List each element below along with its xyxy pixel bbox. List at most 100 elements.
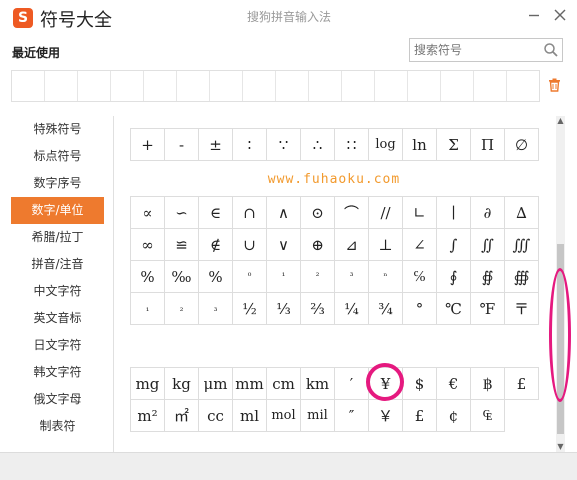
symbol-cell[interactable]: ″ <box>335 400 369 432</box>
symbol-cell[interactable]: m² <box>131 400 165 432</box>
trash-icon[interactable] <box>548 78 561 92</box>
recent-slot[interactable] <box>45 71 78 101</box>
symbol-cell[interactable]: ∨ <box>267 229 301 261</box>
symbol-cell[interactable]: ∂ <box>471 197 505 229</box>
symbol-cell[interactable]: mg <box>131 368 165 400</box>
symbol-cell[interactable]: ⊥ <box>369 229 403 261</box>
symbol-cell[interactable]: ¹ <box>267 261 301 293</box>
symbol-cell[interactable]: ∯ <box>471 261 505 293</box>
search-box[interactable] <box>409 38 563 62</box>
symbol-cell[interactable]: ¥ <box>369 368 403 400</box>
symbol-cell[interactable]: ∭ <box>505 229 539 261</box>
symbol-cell[interactable]: £ <box>505 368 539 400</box>
symbol-cell[interactable]: Σ <box>437 129 471 161</box>
symbol-cell[interactable]: + <box>131 129 165 161</box>
symbol-cell[interactable]: ¼ <box>335 293 369 325</box>
symbol-cell[interactable]: ∮ <box>437 261 471 293</box>
search-input[interactable] <box>414 41 534 59</box>
recent-slot[interactable] <box>408 71 441 101</box>
symbol-cell[interactable]: km <box>301 368 335 400</box>
symbol-cell[interactable]: cm <box>267 368 301 400</box>
symbol-cell[interactable]: ℉ <box>471 293 505 325</box>
symbol-cell[interactable]: log <box>369 129 403 161</box>
symbol-cell[interactable]: ∷ <box>335 129 369 161</box>
symbol-cell[interactable]: ㎡ <box>165 400 199 432</box>
symbol-cell[interactable]: 〒 <box>505 293 539 325</box>
symbol-cell[interactable]: - <box>165 129 199 161</box>
symbol-cell[interactable]: ⊙ <box>301 197 335 229</box>
symbol-cell[interactable]: ℅ <box>403 261 437 293</box>
symbol-cell[interactable]: ± <box>199 129 233 161</box>
symbol-cell[interactable]: ° <box>403 293 437 325</box>
symbol-cell[interactable]: ‰ <box>165 261 199 293</box>
symbol-cell[interactable]: μm <box>199 368 233 400</box>
symbol-cell[interactable]: ¾ <box>369 293 403 325</box>
symbol-cell[interactable]: ⁰ <box>233 261 267 293</box>
symbol-cell[interactable]: // <box>369 197 403 229</box>
sidebar-item[interactable]: 数字/单位 <box>11 197 104 224</box>
recent-slot[interactable] <box>276 71 309 101</box>
symbol-cell[interactable]: ³ <box>335 261 369 293</box>
recent-slot[interactable] <box>111 71 144 101</box>
symbol-cell[interactable]: ₂ <box>165 293 199 325</box>
symbol-cell[interactable]: £ <box>403 400 437 432</box>
symbol-cell[interactable]: ½ <box>233 293 267 325</box>
symbol-cell[interactable]: ∵ <box>267 129 301 161</box>
symbol-cell[interactable]: ln <box>403 129 437 161</box>
symbol-cell[interactable]: ∽ <box>165 197 199 229</box>
symbol-cell[interactable]: ¢ <box>437 400 471 432</box>
symbol-cell[interactable]: ₁ <box>131 293 165 325</box>
symbol-cell[interactable]: ∣ <box>437 197 471 229</box>
sidebar-item[interactable]: 韩文字符 <box>11 359 104 386</box>
symbol-cell[interactable]: ∞ <box>131 229 165 261</box>
symbol-cell[interactable]: ∈ <box>199 197 233 229</box>
symbol-cell[interactable]: ∰ <box>505 261 539 293</box>
symbol-cell[interactable]: € <box>437 368 471 400</box>
symbol-cell[interactable]: ∬ <box>471 229 505 261</box>
symbol-cell[interactable]: ′ <box>335 368 369 400</box>
symbol-cell[interactable]: ∝ <box>131 197 165 229</box>
symbol-cell[interactable]: ∩ <box>233 197 267 229</box>
symbol-cell[interactable]: ∅ <box>505 129 539 161</box>
symbol-cell[interactable]: $ <box>403 368 437 400</box>
recent-slot[interactable] <box>144 71 177 101</box>
symbol-cell[interactable]: % <box>199 261 233 293</box>
symbol-cell[interactable]: ² <box>301 261 335 293</box>
sidebar-item[interactable]: 制表符 <box>11 413 104 440</box>
scroll-up-icon[interactable]: ▲ <box>556 116 565 126</box>
symbol-cell[interactable]: % <box>131 261 165 293</box>
recent-slot[interactable] <box>375 71 408 101</box>
symbol-cell[interactable]: kg <box>165 368 199 400</box>
scroll-down-icon[interactable]: ▼ <box>556 442 565 452</box>
symbol-cell[interactable]: mm <box>233 368 267 400</box>
recent-slot[interactable] <box>12 71 45 101</box>
recent-slot[interactable] <box>309 71 342 101</box>
symbol-cell[interactable]: mil <box>301 400 335 432</box>
symbol-cell[interactable]: ∠ <box>403 229 437 261</box>
symbol-cell[interactable]: ₃ <box>199 293 233 325</box>
sidebar-item[interactable]: 英文音标 <box>11 305 104 332</box>
sidebar-item[interactable]: 标点符号 <box>11 143 104 170</box>
symbol-cell[interactable]: ≌ <box>165 229 199 261</box>
sidebar-item[interactable]: 俄文字母 <box>11 386 104 413</box>
symbol-cell[interactable]: ∧ <box>267 197 301 229</box>
recent-slot[interactable] <box>342 71 375 101</box>
symbol-cell[interactable]: ⌒ <box>335 197 369 229</box>
symbol-cell[interactable]: ∉ <box>199 229 233 261</box>
symbol-cell[interactable]: ⅔ <box>301 293 335 325</box>
symbol-cell[interactable]: ∴ <box>301 129 335 161</box>
symbol-cell[interactable]: Π <box>471 129 505 161</box>
search-icon[interactable] <box>543 42 559 58</box>
symbol-cell[interactable]: ∆ <box>505 197 539 229</box>
symbol-cell[interactable]: ⁿ <box>369 261 403 293</box>
recent-slot[interactable] <box>474 71 507 101</box>
symbol-cell[interactable]: ⊿ <box>335 229 369 261</box>
symbol-cell[interactable]: ∫ <box>437 229 471 261</box>
sidebar-item[interactable]: 中文字符 <box>11 278 104 305</box>
symbol-cell[interactable]: ml <box>233 400 267 432</box>
symbol-cell[interactable]: ⅓ <box>267 293 301 325</box>
recent-slot[interactable] <box>243 71 276 101</box>
recent-slot[interactable] <box>441 71 474 101</box>
symbol-cell[interactable]: ⊕ <box>301 229 335 261</box>
recent-slot[interactable] <box>507 71 539 101</box>
